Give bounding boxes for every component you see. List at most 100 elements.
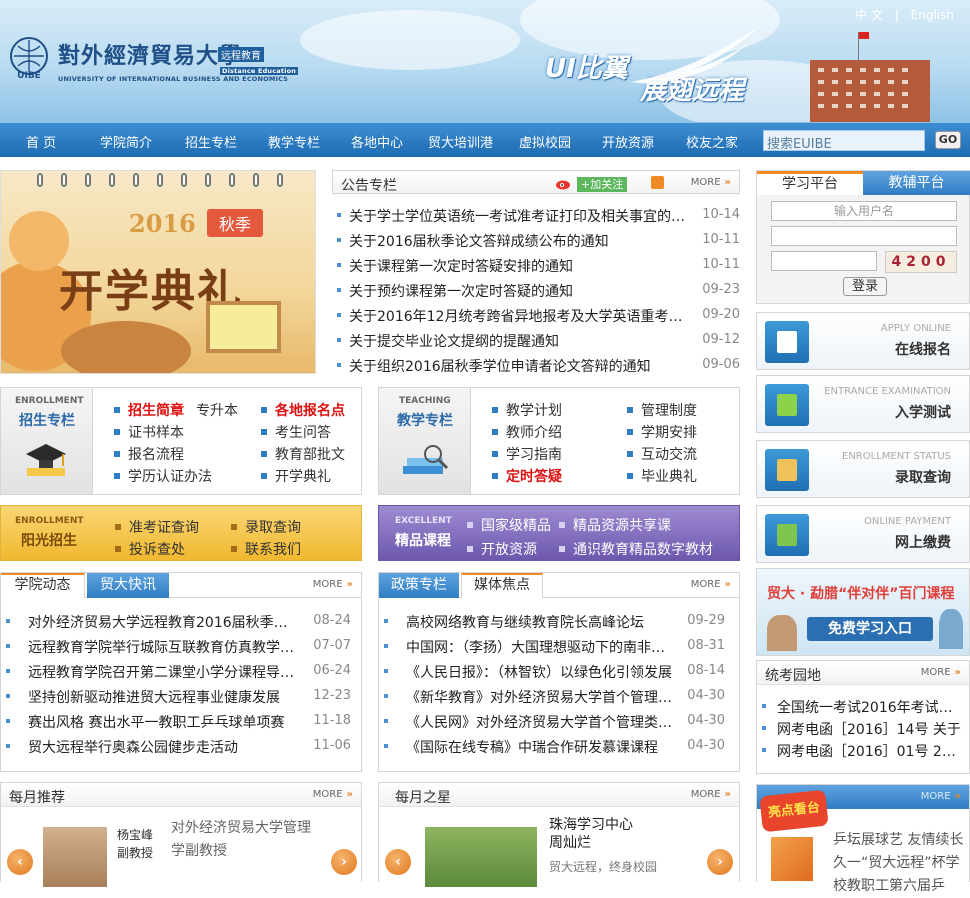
item-title[interactable]: 《新华教育》对外经济贸易大学首个管理类网络 bbox=[406, 687, 676, 707]
college-news-item[interactable]: 远程教育学院召开第二课堂小学分课程导学会 06-24 bbox=[1, 659, 361, 684]
notice-item[interactable]: 关于课程第一次定时答疑安排的通知 10-11 bbox=[332, 253, 740, 278]
college-news-item[interactable]: 坚持创新驱动推进贸大远程事业健康发展 12-23 bbox=[1, 684, 361, 709]
item-title[interactable]: 关于2016年12月统考跨省异地报考及大学英语重考事宜的通知 bbox=[349, 306, 685, 326]
item-title[interactable]: 全国统一考试2016年考试工作安排 bbox=[777, 697, 961, 717]
item-title[interactable]: 赛出风格 赛出水平一教职工乒乓球单项赛 bbox=[28, 712, 298, 732]
media-item[interactable]: 《人民日报》：（林智钦）以绿色化引领发展 08-14 bbox=[379, 659, 739, 684]
college-more-link[interactable]: MORE» bbox=[313, 579, 353, 590]
notice-item[interactable]: 关于学士学位英语统一考试准考证打印及相关事宜的通知 10-14 bbox=[332, 203, 740, 228]
tab-study-platform[interactable]: 学习平台 bbox=[757, 171, 863, 195]
college-news-item[interactable]: 远程教育学院举行城际互联教育仿真教学研讨会 07-07 bbox=[1, 634, 361, 659]
link-scheduled-qa[interactable]: 定时答疑 bbox=[492, 466, 562, 486]
tab-uibe-flash[interactable]: 贸大快讯 bbox=[87, 573, 169, 598]
media-item[interactable]: 中国网：（李扬）大国理想驱动下的南非发展 08-31 bbox=[379, 634, 739, 659]
rss-icon[interactable] bbox=[651, 176, 664, 189]
link-local-sites[interactable]: 各地报名点 bbox=[261, 400, 345, 420]
college-news-item[interactable]: 赛出风格 赛出水平一教职工乒乓球单项赛 11-18 bbox=[1, 709, 361, 734]
lang-chinese-link[interactable]: 中 文 bbox=[855, 8, 883, 22]
item-title[interactable]: 《人民日报》：（林智钦）以绿色化引领发展 bbox=[406, 662, 676, 682]
notice-item[interactable]: 关于提交毕业论文提纲的提醒通知 09-12 bbox=[332, 328, 740, 353]
nav-home[interactable]: 首 页 bbox=[26, 132, 56, 151]
notice-item[interactable]: 关于2016年12月统考跨省异地报考及大学英语重考事宜的通知 09-20 bbox=[332, 303, 740, 328]
item-title[interactable]: 关于2016届秋季论文答辩成绩公布的通知 bbox=[349, 231, 685, 251]
link-complaints[interactable]: 投诉查处 bbox=[115, 539, 185, 559]
prev-arrow-icon[interactable]: ‹ bbox=[7, 849, 33, 875]
link-upgrade[interactable]: 专升本 bbox=[196, 400, 238, 420]
nav-teaching[interactable]: 教学专栏 bbox=[268, 132, 320, 151]
link-digital-textbooks[interactable]: 通识教育精品数字教材 bbox=[559, 539, 713, 559]
link-cert-sample[interactable]: 证书样本 bbox=[114, 422, 184, 442]
opening-ceremony-banner[interactable]: 2016 秋季 开学典礼 bbox=[0, 170, 316, 374]
tab-assist-platform[interactable]: 教辅平台 bbox=[863, 171, 970, 195]
item-title[interactable]: 网考电函［2016］14号 关于 bbox=[777, 719, 961, 739]
tab-policy[interactable]: 政策专栏 bbox=[379, 573, 459, 598]
item-title[interactable]: 关于课程第一次定时答疑安排的通知 bbox=[349, 256, 685, 276]
link-process[interactable]: 报名流程 bbox=[114, 444, 184, 464]
service-apply-online[interactable]: APPLY ONLINE 在线报名 bbox=[756, 312, 970, 370]
media-item[interactable]: 《新华教育》对外经济贸易大学首个管理类网络 04-30 bbox=[379, 684, 739, 709]
uibe-logo-icon[interactable]: UIBE bbox=[4, 36, 54, 80]
item-title[interactable]: 贸大远程举行奥森公园健步走活动 bbox=[28, 737, 298, 757]
item-title[interactable]: 高校网络教育与继续教育院长高峰论坛 bbox=[406, 612, 676, 632]
item-title[interactable]: 关于提交毕业论文提纲的提醒通知 bbox=[349, 331, 685, 351]
link-national-courses[interactable]: 国家级精品 bbox=[467, 515, 551, 535]
exam-more-link[interactable]: MORE» bbox=[921, 667, 961, 678]
prev-arrow-icon[interactable]: ‹ bbox=[385, 849, 411, 875]
item-title[interactable]: 关于学士学位英语统一考试准考证打印及相关事宜的通知 bbox=[349, 206, 685, 226]
item-title[interactable]: 《人民网》对外经济贸易大学首个管理类网络 bbox=[406, 712, 676, 732]
nav-alumni[interactable]: 校友之家 bbox=[686, 132, 738, 151]
nav-training[interactable]: 贸大培训港 bbox=[428, 132, 493, 151]
follow-button[interactable]: +加关注 bbox=[577, 177, 628, 192]
star-more-link[interactable]: MORE» bbox=[691, 789, 731, 800]
link-shared-courses[interactable]: 精品资源共享课 bbox=[559, 515, 671, 535]
nav-admission[interactable]: 招生专栏 bbox=[185, 132, 237, 151]
service-enrollment-status[interactable]: ENROLLMENT STATUS 录取查询 bbox=[756, 440, 970, 498]
search-go-button[interactable]: GO bbox=[935, 131, 961, 149]
nav-open-resources[interactable]: 开放资源 bbox=[602, 132, 654, 151]
logo-chinese-name[interactable]: 對外經濟貿易大學 bbox=[58, 38, 242, 70]
service-online-payment[interactable]: ONLINE PAYMENT 网上缴费 bbox=[756, 505, 970, 563]
link-contact[interactable]: 联系我们 bbox=[231, 539, 301, 559]
password-input[interactable] bbox=[771, 226, 957, 246]
item-title[interactable]: 坚持创新驱动推进贸大远程事业健康发展 bbox=[28, 687, 298, 707]
link-interaction[interactable]: 互动交流 bbox=[627, 444, 697, 464]
item-title[interactable]: 网考电函［2016］01号 2016 bbox=[777, 741, 961, 761]
pick-more-link[interactable]: MORE» bbox=[313, 789, 353, 800]
notice-item[interactable]: 关于组织2016届秋季学位申请者论文答辩的通知 09-06 bbox=[332, 353, 740, 378]
highlights-more-link[interactable]: MORE» bbox=[921, 791, 961, 802]
link-teaching-plan[interactable]: 教学计划 bbox=[492, 400, 562, 420]
free-course-promo[interactable]: 贸大 · 勐腊“伴对伴”百门课程 免费学习入口 bbox=[756, 568, 970, 656]
item-title[interactable]: 中国网：（李扬）大国理想驱动下的南非发展 bbox=[406, 637, 676, 657]
media-item[interactable]: 《国际在线专稿》中瑞合作研发慕课课程 04-30 bbox=[379, 734, 739, 759]
nav-about[interactable]: 学院简介 bbox=[100, 132, 152, 151]
nav-centers[interactable]: 各地中心 bbox=[351, 132, 403, 151]
college-news-item[interactable]: 对外经济贸易大学远程教育2016届秋季毕业典礼 08-24 bbox=[1, 609, 361, 634]
captcha-input[interactable] bbox=[771, 251, 877, 271]
item-title[interactable]: 远程教育学院举行城际互联教育仿真教学研讨会 bbox=[28, 637, 298, 657]
login-button[interactable]: 登录 bbox=[843, 277, 887, 296]
media-item[interactable]: 《人民网》对外经济贸易大学首个管理类网络 04-30 bbox=[379, 709, 739, 734]
weibo-icon[interactable] bbox=[555, 176, 573, 190]
free-study-entry-button[interactable]: 免费学习入口 bbox=[807, 617, 933, 641]
link-enroll-guide[interactable]: 招生简章 bbox=[114, 400, 184, 420]
notice-more-link[interactable]: MORE» bbox=[691, 177, 731, 188]
captcha-image[interactable]: 4200 bbox=[885, 251, 957, 273]
item-title[interactable]: 关于组织2016届秋季学位申请者论文答辩的通知 bbox=[349, 356, 685, 376]
link-admission-query[interactable]: 录取查询 bbox=[231, 517, 301, 537]
college-news-item[interactable]: 贸大远程举行奥森公园健步走活动 11-06 bbox=[1, 734, 361, 759]
link-regulations[interactable]: 管理制度 bbox=[627, 400, 697, 420]
next-arrow-icon[interactable]: › bbox=[331, 849, 357, 875]
exam-item[interactable]: 网考电函［2016］01号 2016 bbox=[757, 738, 969, 763]
item-title[interactable]: 远程教育学院召开第二课堂小学分课程导学会 bbox=[28, 662, 298, 682]
highlights-text[interactable]: 乒坛展球艺 友情续长久一“贸大远程”杯学校教职工第六届乒 bbox=[833, 829, 967, 898]
link-study-guide[interactable]: 学习指南 bbox=[492, 444, 562, 464]
item-title[interactable]: 对外经济贸易大学远程教育2016届秋季毕业典礼 bbox=[28, 612, 298, 632]
next-arrow-icon[interactable]: › bbox=[707, 849, 733, 875]
link-opening-ceremony[interactable]: 开学典礼 bbox=[261, 466, 331, 486]
tab-media-focus[interactable]: 媒体焦点 bbox=[461, 573, 543, 598]
media-more-link[interactable]: MORE» bbox=[691, 579, 731, 590]
link-degree-verify[interactable]: 学历认证办法 bbox=[114, 466, 212, 486]
lang-english-link[interactable]: English bbox=[911, 8, 954, 22]
media-item[interactable]: 高校网络教育与继续教育院长高峰论坛 09-29 bbox=[379, 609, 739, 634]
notice-item[interactable]: 关于预约课程第一次定时答疑的通知 09-23 bbox=[332, 278, 740, 303]
